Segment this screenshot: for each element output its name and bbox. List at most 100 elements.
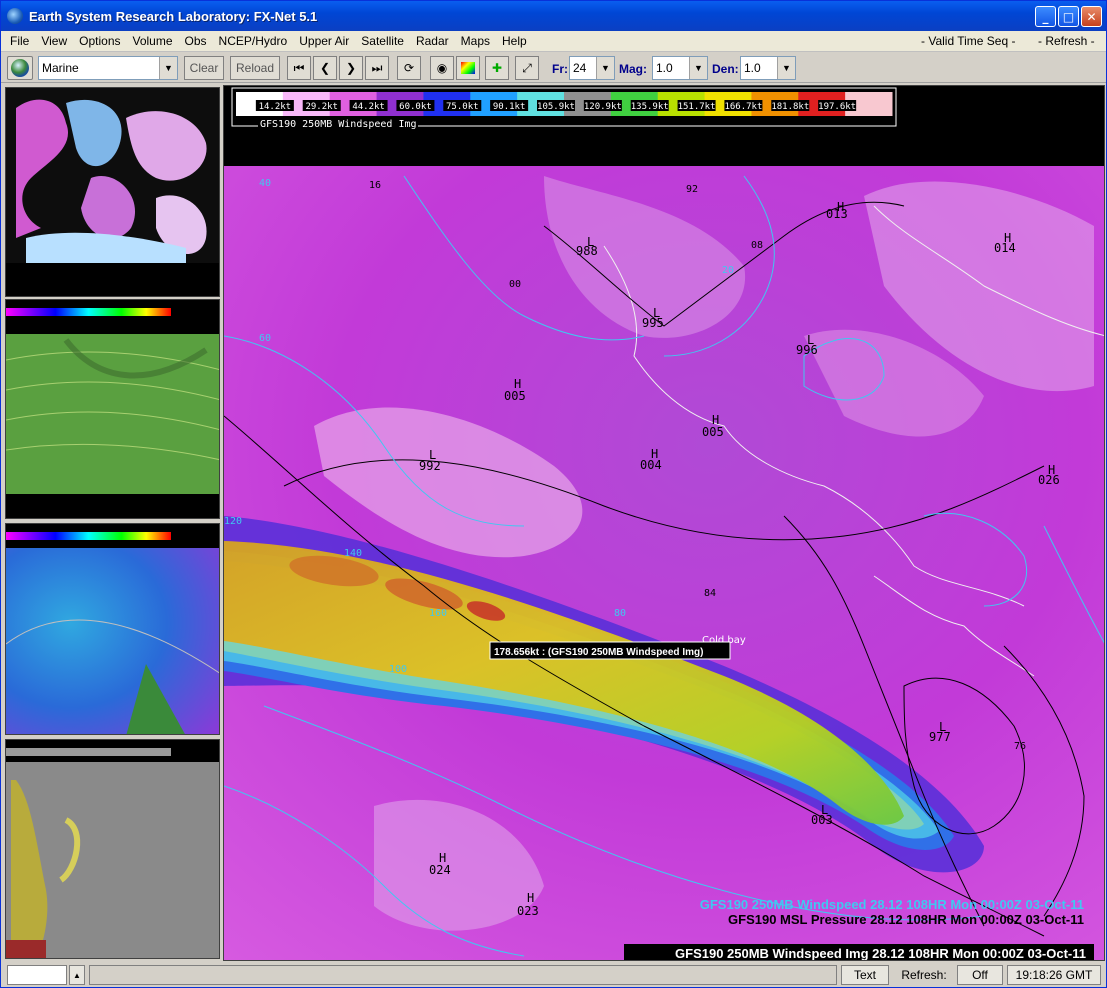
colorbar-tick: 181.8kt bbox=[771, 102, 809, 112]
title-bar[interactable]: Earth System Research Laboratory: FX-Net… bbox=[1, 1, 1106, 31]
pressure-value: 995 bbox=[642, 316, 664, 330]
contour-label: 160 bbox=[429, 608, 447, 619]
menu-ncep-hydro[interactable]: NCEP/Hydro bbox=[213, 34, 294, 48]
refresh-menu[interactable]: - Refresh - bbox=[1038, 34, 1095, 48]
valid-time-seq-menu[interactable]: - Valid Time Seq - bbox=[921, 34, 1015, 48]
contour-label: 20 bbox=[722, 265, 734, 276]
menu-upper-air[interactable]: Upper Air bbox=[293, 34, 355, 48]
menu-options[interactable]: Options bbox=[73, 34, 126, 48]
windspeed-map[interactable]: 14.2kt 29.2kt 44.2kt 60.0kt 75.0kt 90.1kt 105.… bbox=[224, 86, 1105, 961]
sample-button[interactable]: ◉ bbox=[430, 56, 454, 80]
pressure-value: 005 bbox=[504, 389, 526, 403]
menu-radar[interactable]: Radar bbox=[410, 34, 455, 48]
crosshair-icon: ✚ bbox=[491, 61, 503, 75]
menu-satellite[interactable]: Satellite bbox=[355, 34, 410, 48]
zoom-button[interactable]: ⤢ bbox=[515, 56, 539, 80]
minimize-button[interactable]: _ bbox=[1035, 6, 1056, 27]
colorbar-tick: 44.2kt bbox=[352, 102, 385, 112]
menu-bar: File View Options Volume Obs NCEP/Hydro … bbox=[1, 31, 1106, 52]
menu-file[interactable]: File bbox=[4, 34, 35, 48]
pressure-value: 023 bbox=[517, 904, 539, 918]
chevron-down-icon[interactable]: ▼ bbox=[777, 57, 795, 79]
image-icon bbox=[461, 62, 475, 74]
den-value: 1.0 bbox=[744, 61, 761, 75]
contour-label: 00 bbox=[509, 279, 521, 290]
contour-label: 40 bbox=[259, 178, 271, 189]
contour-label: 16 bbox=[369, 180, 381, 191]
mag-value: 1.0 bbox=[656, 61, 673, 75]
scale-select-value: Marine bbox=[42, 61, 79, 75]
pressure-value: 977 bbox=[929, 730, 951, 744]
thumbnail-sfc-map bbox=[6, 524, 219, 734]
thumbnail-height[interactable] bbox=[5, 299, 220, 519]
pressure-value: 026 bbox=[1038, 473, 1060, 487]
pressure-value: 013 bbox=[826, 207, 848, 221]
frames-select[interactable]: 24 ▼ bbox=[569, 56, 615, 80]
thumbnail-height-map bbox=[6, 300, 219, 518]
image-button[interactable] bbox=[456, 56, 480, 80]
sample-readout-box: 178.656kt : (GFS190 250MB Windspeed Img) bbox=[489, 641, 731, 660]
colorbar-tick: 60.0kt bbox=[399, 102, 432, 112]
prev-frame-button[interactable]: ❮ bbox=[313, 56, 337, 80]
chevron-down-icon[interactable]: ▼ bbox=[596, 57, 614, 79]
refresh-toggle[interactable]: Off bbox=[957, 965, 1003, 985]
colorbar-tick: 166.7kt bbox=[724, 102, 762, 112]
thumbnail-satellite[interactable] bbox=[5, 739, 220, 959]
pressure-value: 004 bbox=[640, 458, 662, 472]
clear-button[interactable]: Clear bbox=[184, 56, 224, 80]
thumbnail-satellite-map bbox=[6, 740, 219, 958]
status-input[interactable] bbox=[7, 965, 67, 985]
menu-maps[interactable]: Maps bbox=[455, 34, 496, 48]
status-scroll-button[interactable]: ▲ bbox=[69, 965, 85, 985]
scale-select[interactable]: Marine ▼ bbox=[38, 56, 178, 80]
globe-button[interactable] bbox=[7, 56, 33, 80]
thumbnail-precip-map bbox=[6, 88, 219, 296]
contour-label: 84 bbox=[704, 588, 716, 599]
next-frame-icon: ❯ bbox=[345, 61, 357, 75]
chevron-down-icon[interactable]: ▼ bbox=[159, 57, 177, 79]
thumbnail-sfc[interactable] bbox=[5, 523, 220, 735]
chevron-up-icon: ▲ bbox=[73, 970, 81, 980]
contour-label: 100 bbox=[389, 664, 407, 675]
den-select[interactable]: 1.0 ▼ bbox=[740, 56, 796, 80]
thumbnail-panel bbox=[3, 85, 221, 961]
main-map-view[interactable]: 14.2kt 29.2kt 44.2kt 60.0kt 75.0kt 90.1kt 105.… bbox=[223, 85, 1105, 961]
crosshair-button[interactable]: ✚ bbox=[485, 56, 509, 80]
app-window: Earth System Research Laboratory: FX-Net… bbox=[0, 0, 1107, 988]
text-button[interactable]: Text bbox=[841, 965, 889, 985]
contour-label: 120 bbox=[224, 516, 242, 527]
colorbar-tick: 105.9kt bbox=[537, 102, 575, 112]
sample-readout: 178.656kt : (GFS190 250MB Windspeed Img) bbox=[494, 647, 703, 658]
toolbar: Marine ▼ Clear Reload ⏮ ❮ ❯ ⏭ ⟳ ◉ ✚ ⤢ Fr… bbox=[1, 53, 1106, 83]
colorbar-tick: 75.0kt bbox=[446, 102, 479, 112]
window-title: Earth System Research Laboratory: FX-Net… bbox=[29, 8, 318, 24]
contour-label: 140 bbox=[344, 548, 362, 559]
close-button[interactable]: ✕ bbox=[1081, 6, 1102, 27]
pressure-value: 996 bbox=[796, 343, 818, 357]
menu-view[interactable]: View bbox=[35, 34, 73, 48]
menu-obs[interactable]: Obs bbox=[179, 34, 213, 48]
refresh-label: Refresh: bbox=[901, 968, 947, 982]
contour-label: 76 bbox=[1014, 741, 1026, 752]
contour-label: 80 bbox=[614, 608, 626, 619]
chevron-down-icon[interactable]: ▼ bbox=[689, 57, 707, 79]
menu-help[interactable]: Help bbox=[496, 34, 533, 48]
first-frame-button[interactable]: ⏮ bbox=[287, 56, 311, 80]
loop-button[interactable]: ⟳ bbox=[397, 56, 421, 80]
mag-select[interactable]: 1.0 ▼ bbox=[652, 56, 708, 80]
next-frame-button[interactable]: ❯ bbox=[339, 56, 363, 80]
pressure-value: 988 bbox=[576, 244, 598, 258]
pressure-value: 024 bbox=[429, 863, 451, 877]
globe-icon bbox=[7, 8, 23, 24]
thumbnail-precip[interactable] bbox=[5, 87, 220, 297]
maximize-button[interactable]: □ bbox=[1058, 6, 1079, 27]
clock: 19:18:26 GMT bbox=[1007, 965, 1101, 985]
mag-label: Mag: bbox=[619, 62, 647, 76]
last-frame-button[interactable]: ⏭ bbox=[365, 56, 389, 80]
colorbar-tick: 14.2kt bbox=[259, 102, 292, 112]
sample-icon: ◉ bbox=[436, 61, 448, 75]
frames-label: Fr: bbox=[552, 62, 568, 76]
reload-button[interactable]: Reload bbox=[230, 56, 280, 80]
contour-label: 60 bbox=[259, 333, 271, 344]
menu-volume[interactable]: Volume bbox=[127, 34, 179, 48]
